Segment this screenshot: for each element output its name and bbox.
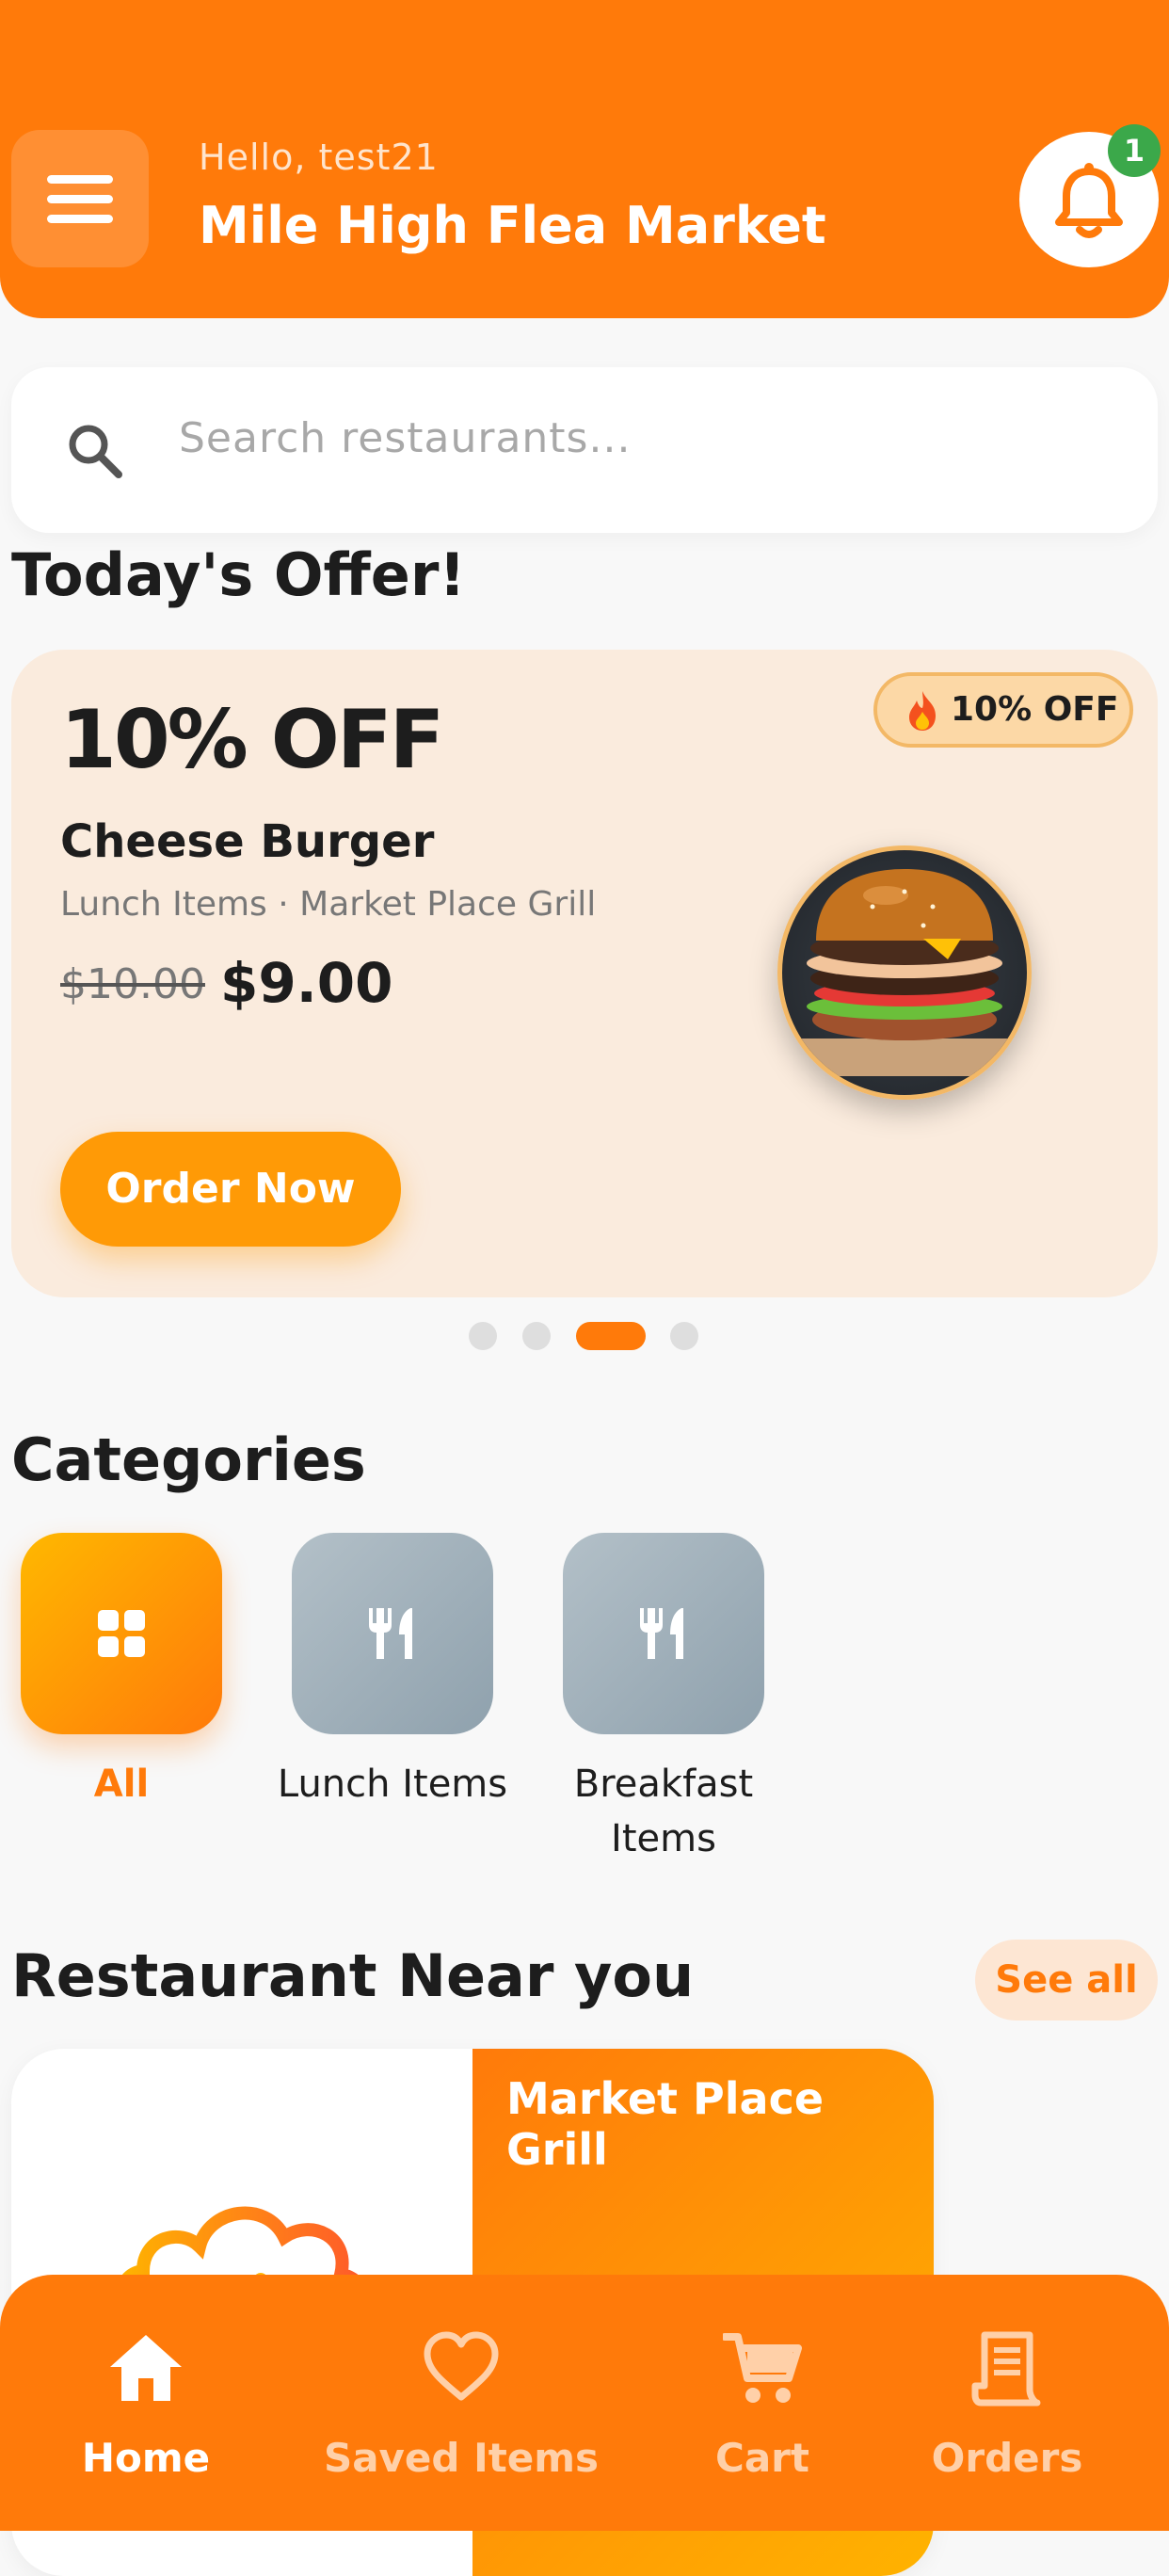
offer-discount: 10% OFF xyxy=(60,693,444,787)
category-all[interactable] xyxy=(21,1533,222,1734)
search-input[interactable]: Search restaurants... xyxy=(179,414,631,462)
search-icon xyxy=(69,425,122,478)
receipt-icon xyxy=(971,2331,1041,2407)
categories-title: Categories xyxy=(11,1425,366,1494)
offer-old-price: $10.00 xyxy=(60,960,205,1008)
carousel-dot[interactable] xyxy=(469,1322,497,1350)
offer-discount-chip: 10% OFF xyxy=(873,672,1133,748)
fire-icon xyxy=(909,691,936,731)
home-icon xyxy=(110,2335,182,2401)
nav-home[interactable]: Home xyxy=(56,2275,235,2531)
see-all-button[interactable]: See all xyxy=(975,1940,1158,2021)
menu-icon-line xyxy=(47,175,113,184)
category-label-breakfast: Breakfast Items xyxy=(573,1763,754,1860)
fork-knife-icon xyxy=(640,1608,683,1659)
category-label-all: All xyxy=(93,1763,150,1806)
cart-icon xyxy=(723,2333,802,2403)
carousel-dot[interactable] xyxy=(670,1322,698,1350)
burger-illustration xyxy=(801,869,1008,1076)
category-label-lunch: Lunch Items xyxy=(277,1763,508,1806)
restaurant-name: Market Place Grill xyxy=(506,2073,825,2175)
notification-badge: 1 xyxy=(1108,124,1161,177)
bottom-navigation: Home Saved Items Cart Orders xyxy=(0,2275,1169,2531)
nav-label-saved: Saved Items xyxy=(323,2435,600,2481)
nav-label-cart: Cart xyxy=(715,2435,809,2481)
menu-button[interactable] xyxy=(11,130,149,267)
nav-orders[interactable]: Orders xyxy=(922,2275,1092,2531)
carousel-dot[interactable] xyxy=(522,1322,551,1350)
offers-title: Today's Offer! xyxy=(11,540,466,609)
offer-item-subtitle: Lunch Items · Market Place Grill xyxy=(60,885,597,924)
burger-image xyxy=(777,845,1032,1100)
offer-item-name: Cheese Burger xyxy=(60,815,435,868)
category-breakfast-items[interactable] xyxy=(563,1533,764,1734)
location-title[interactable]: Mile High Flea Market xyxy=(199,196,826,255)
menu-icon-line xyxy=(47,195,113,203)
greeting-text: Hello, test21 xyxy=(199,137,439,178)
heart-icon xyxy=(424,2331,499,2401)
nav-label-home: Home xyxy=(81,2435,211,2481)
nav-cart[interactable]: Cart xyxy=(687,2275,838,2531)
search-bar[interactable]: Search restaurants... xyxy=(11,367,1158,533)
offer-card[interactable]: 10% OFF 10% OFF Cheese Burger Lunch Item… xyxy=(11,650,1158,1297)
category-lunch-items[interactable] xyxy=(292,1533,493,1734)
offer-new-price: $9.00 xyxy=(220,951,393,1015)
restaurants-title: Restaurant Near you xyxy=(11,1941,695,2010)
nav-label-orders: Orders xyxy=(931,2435,1083,2481)
fork-knife-icon xyxy=(369,1608,412,1659)
app-header: Hello, test21 Mile High Flea Market 1 xyxy=(0,0,1169,318)
menu-icon-line xyxy=(47,215,113,223)
grid-icon xyxy=(98,1610,145,1657)
offer-chip-label: 10% OFF xyxy=(951,690,1119,729)
carousel-dot-active[interactable] xyxy=(576,1322,646,1350)
nav-saved-items[interactable]: Saved Items xyxy=(320,2275,602,2531)
order-now-button[interactable]: Order Now xyxy=(60,1132,401,1247)
